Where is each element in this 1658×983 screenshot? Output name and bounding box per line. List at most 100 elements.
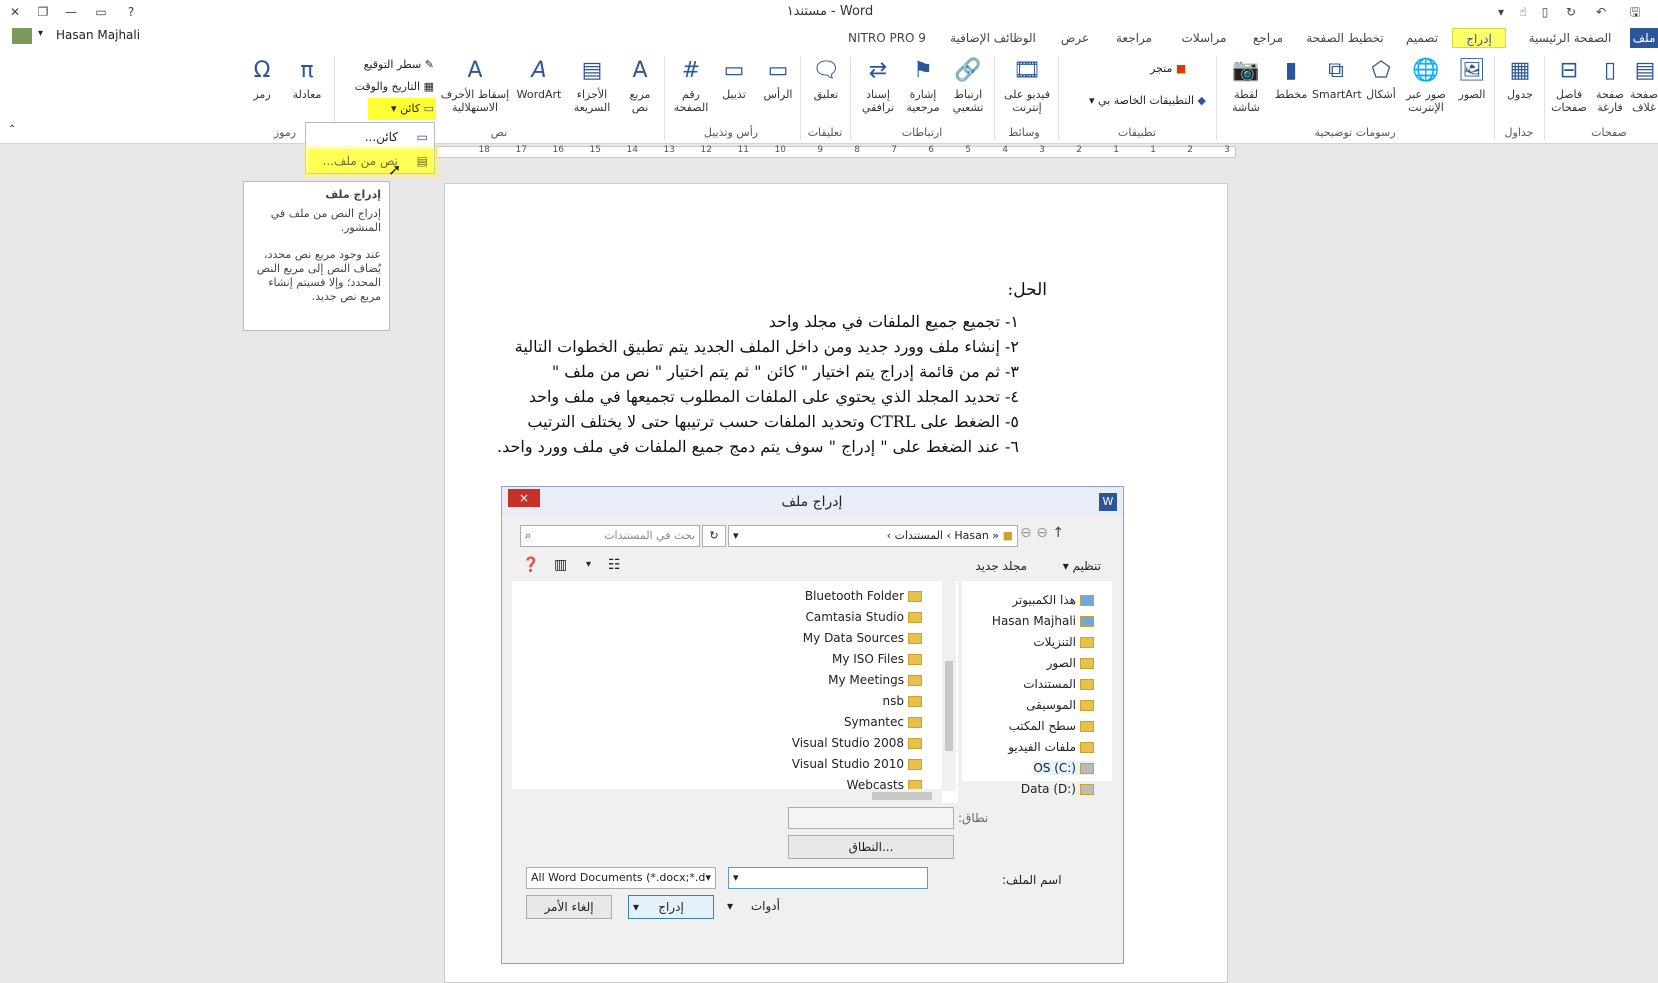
tab-addins[interactable]: الوظائف الإضافية	[940, 28, 1046, 48]
tab-design[interactable]: تصميم	[1398, 28, 1446, 48]
hscroll-thumb[interactable]	[872, 792, 932, 800]
view-dropdown-icon[interactable]: ▾	[586, 559, 591, 570]
undo-icon[interactable]: ↶	[1590, 2, 1612, 22]
save-icon[interactable]: 🖫	[1624, 2, 1646, 22]
address-bar[interactable]: ■ « Hasan › المستندات › ▾	[728, 525, 1018, 547]
breadcrumb-documents[interactable]: المستندات	[895, 529, 943, 542]
tab-insert[interactable]: إدراج	[1452, 28, 1506, 48]
user-name[interactable]: Hasan Majhali	[56, 28, 140, 42]
screenshot-button[interactable]: 📷 لقطة شاشة	[1222, 56, 1270, 114]
ribbon-display-icon[interactable]: ▭	[90, 2, 112, 22]
crossref-button[interactable]: ⇄ إسناد ترافقي	[856, 56, 900, 114]
breadcrumb-hasan[interactable]: Hasan	[954, 529, 988, 542]
refresh-button[interactable]: ↻	[702, 525, 726, 547]
hyperlink-button[interactable]: 🔗 ارتباط تشعبي	[946, 56, 990, 114]
view-options-icon[interactable]: ☷	[608, 557, 621, 573]
nav-item[interactable]: التنزيلات	[1033, 635, 1094, 649]
nav-item[interactable]: Hasan Majhali	[992, 614, 1094, 628]
quick-access-dropdown-icon[interactable]: ▾	[1490, 2, 1512, 22]
file-type-select[interactable]: All Word Documents (*.docx;*.d ▾	[526, 867, 716, 889]
tab-nitro[interactable]: NITRO PRO 9	[840, 28, 934, 48]
touch-mode-icon[interactable]: ☝	[1512, 2, 1534, 22]
store-button[interactable]: ■ متجر	[1150, 62, 1186, 75]
address-dropdown-icon[interactable]: ▾	[733, 526, 739, 546]
collapse-ribbon-icon[interactable]: ⌃	[8, 124, 16, 135]
shapes-button[interactable]: ⬠ أشكال	[1362, 56, 1400, 101]
header-button[interactable]: ▭ الرأس	[758, 56, 798, 101]
organize-button[interactable]: تنظيم ▾	[1063, 559, 1101, 573]
date-time-button[interactable]: ▦ التاريخ والوقت	[340, 80, 434, 93]
nav-item[interactable]: هذا الكمبيوتر	[1012, 593, 1094, 607]
tab-view[interactable]: عرض	[1052, 28, 1098, 48]
comment-button[interactable]: 🗨 تعليق	[806, 56, 846, 101]
back-icon[interactable]: ⊖	[1020, 525, 1032, 541]
help-button[interactable]: ?	[120, 2, 142, 22]
new-folder-button[interactable]: مجلد جديد	[975, 559, 1027, 573]
file-item[interactable]: Visual Studio 2010	[792, 757, 922, 771]
drop-cap-button[interactable]: A إسقاط الأحرف الاستهلالية	[438, 56, 512, 114]
cancel-button[interactable]: إلغاء الأمر	[526, 895, 612, 919]
redo-icon[interactable]: ↻	[1560, 2, 1582, 22]
nav-item[interactable]: الموسيقى	[1026, 698, 1094, 712]
quick-parts-button[interactable]: ▤ الأجزاء السريعة	[566, 56, 618, 114]
file-item[interactable]: Symantec	[844, 715, 922, 729]
preview-pane-icon[interactable]: ▥	[554, 557, 567, 573]
minimize-icon[interactable]: —	[60, 2, 82, 22]
my-apps-button[interactable]: ◆ التطبيقات الخاصة بي ▾	[1066, 94, 1206, 107]
tab-home[interactable]: الصفحة الرئيسية	[1514, 28, 1626, 48]
file-item[interactable]: My ISO Files	[832, 652, 922, 666]
up-icon[interactable]: ↑	[1052, 525, 1064, 541]
help-icon[interactable]: ❓	[522, 557, 539, 573]
equation-button[interactable]: π معادلة	[284, 56, 330, 101]
search-input[interactable]: بحث في المستندات ⌕	[520, 525, 700, 547]
account-dropdown-icon[interactable]: ▾	[38, 28, 43, 39]
chart-button[interactable]: ▮ مخطط	[1272, 56, 1310, 101]
file-item[interactable]: Bluetooth Folder	[805, 589, 922, 603]
tab-page-layout[interactable]: تخطيط الصفحة	[1300, 28, 1390, 48]
pictures-button[interactable]: 🖼 الصور	[1452, 56, 1492, 101]
cover-page-button[interactable]: ▤ صفحة غلاف	[1630, 56, 1658, 114]
scrollbar-thumb[interactable]	[945, 661, 953, 751]
tab-file[interactable]: ملف	[1630, 28, 1658, 48]
vertical-scrollbar[interactable]	[942, 581, 956, 791]
textbox-button[interactable]: A مربع نص	[620, 56, 660, 114]
bookmark-button[interactable]: ⚑ إشارة مرجعية	[902, 56, 944, 114]
signature-line-button[interactable]: ✎ سطر التوقيع	[340, 58, 434, 71]
nav-item[interactable]: OS (C:)	[1033, 761, 1094, 775]
nav-item[interactable]: سطح المكتب	[1009, 719, 1094, 733]
file-item[interactable]: My Meetings	[828, 673, 922, 687]
tab-references[interactable]: مراجع	[1244, 28, 1292, 48]
nav-item[interactable]: ملفات الفيديو	[1008, 740, 1094, 754]
insert-dropdown-icon[interactable]: ▾	[633, 896, 639, 918]
nav-item[interactable]: الصور	[1047, 656, 1094, 670]
tab-review[interactable]: مراجعة	[1104, 28, 1164, 48]
tools-button[interactable]: أدوات ▾	[727, 899, 780, 913]
file-item[interactable]: My Data Sources	[803, 631, 922, 645]
horizontal-scrollbar[interactable]	[512, 789, 942, 803]
symbol-button[interactable]: Ω رمز	[242, 56, 282, 101]
page-number-button[interactable]: # رقم الصفحة	[670, 56, 712, 114]
restore-icon[interactable]: ❐	[32, 2, 54, 22]
range-input[interactable]	[788, 807, 954, 829]
insert-button[interactable]: إدراج ▾	[628, 895, 714, 919]
object-button[interactable]: ▭ كائن ▾	[372, 102, 434, 115]
footer-button[interactable]: ▭ تذييل	[714, 56, 754, 101]
range-button[interactable]: النطاق...	[788, 835, 954, 859]
close-icon[interactable]: ✕	[4, 2, 26, 22]
online-video-button[interactable]: 🎞 فيديو على إنترنت	[1000, 56, 1054, 114]
nav-item[interactable]: المستندات	[1023, 677, 1094, 691]
new-doc-icon[interactable]: ▯	[1534, 2, 1556, 22]
file-item[interactable]: Camtasia Studio	[806, 610, 922, 624]
blank-page-button[interactable]: ▯ صفحة فارغة	[1592, 56, 1628, 114]
online-pictures-button[interactable]: 🌐 صور عبر الإنترنت	[1402, 56, 1450, 114]
table-button[interactable]: ▦ جدول	[1500, 56, 1540, 101]
filename-input[interactable]: ▾	[728, 867, 928, 889]
smartart-button[interactable]: ⧉ SmartArt	[1312, 56, 1362, 101]
file-item[interactable]: Visual Studio 2008	[792, 736, 922, 750]
tab-mailings[interactable]: مراسلات	[1170, 28, 1238, 48]
wordart-button[interactable]: A WordArt	[514, 56, 564, 101]
dialog-close-button[interactable]: ×	[508, 489, 540, 507]
file-item[interactable]: nsb	[883, 694, 922, 708]
forward-icon[interactable]: ⊖	[1036, 525, 1048, 541]
nav-item[interactable]: Data (D:)	[1021, 782, 1094, 796]
